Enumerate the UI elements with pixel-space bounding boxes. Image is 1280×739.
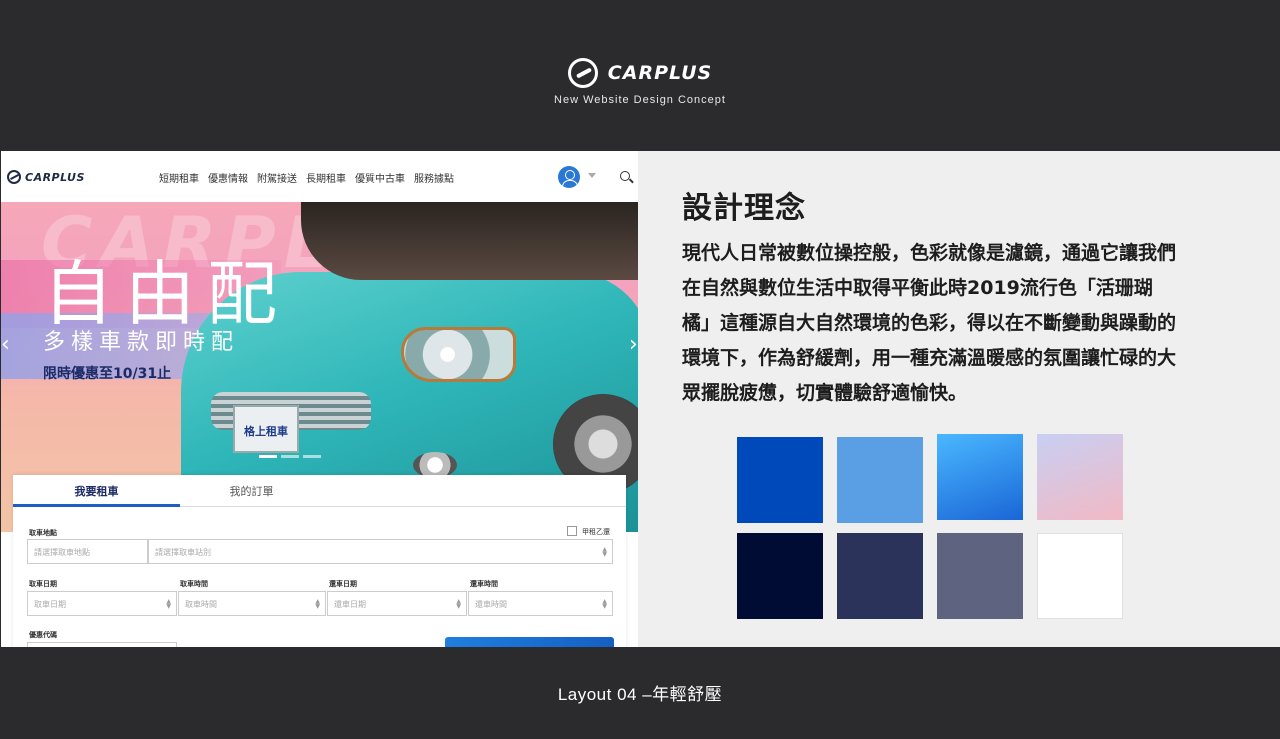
hero-subtitle: 多樣車款即時配 — [43, 330, 240, 355]
license-plate: 格上租車 — [233, 405, 299, 453]
menu-item-short-rental[interactable]: 短期租車 — [159, 170, 199, 185]
site-logo[interactable]: CARPLUS — [7, 170, 85, 184]
select-arrows-icon: ▲ ▼ — [166, 598, 171, 610]
promo-code-label: 優惠代碼 — [29, 631, 57, 639]
return-time-label: 還車時間 — [470, 580, 498, 588]
car-windshield — [301, 202, 638, 280]
color-swatch-sky-blue — [837, 437, 923, 523]
search-icon[interactable] — [620, 171, 630, 181]
pickup-date-label: 取車日期 — [29, 580, 57, 588]
concept-description: 現代人日常被數位操控般，色彩就像是濾鏡，通過它讓我們 在自然與數位生活中取得平衡… — [682, 236, 1242, 411]
return-date-field[interactable]: 還車日期 ▲ ▼ — [327, 591, 467, 616]
color-swatch-white — [1037, 533, 1123, 619]
website-mockup: CARPLUS 短期租車 優惠情報 附駕接送 長期租車 優質中古車 服務據點 C… — [1, 151, 638, 647]
main-menu: 短期租車 優惠情報 附駕接送 長期租車 優質中古車 服務據點 — [159, 170, 454, 185]
menu-item-chauffeur[interactable]: 附駕接送 — [257, 170, 297, 185]
header-band: CARPLUS New Website Design Concept — [0, 0, 1280, 151]
menu-item-locations[interactable]: 服務據點 — [414, 170, 454, 185]
concept-title: 設計理念 — [682, 191, 806, 226]
menu-item-offers[interactable]: 優惠情報 — [208, 170, 248, 185]
concept-line: 環境下，作為舒緩劑，用一種充滿溫暖感的氛圍讓忙碌的大 — [682, 347, 1177, 369]
menu-item-long-rental[interactable]: 長期租車 — [306, 170, 346, 185]
diff-return-checkbox[interactable] — [567, 526, 577, 536]
active-tab-indicator — [13, 504, 180, 507]
return-time-field[interactable]: 還車時間 ▲ ▼ — [468, 591, 613, 616]
header-subtitle: New Website Design Concept — [554, 94, 726, 106]
chevron-left-icon[interactable]: ‹ — [1, 332, 11, 362]
carousel-dots[interactable] — [259, 455, 321, 458]
pickup-date-placeholder: 取車日期 — [34, 600, 66, 609]
layout-caption: Layout 04 –年輕舒壓 — [557, 685, 723, 704]
pickup-location-select[interactable]: 請選擇取車地點 — [27, 539, 148, 564]
site-navbar: CARPLUS 短期租車 優惠情報 附駕接送 長期租車 優質中古車 服務據點 — [1, 151, 638, 202]
plate-brand-text: 格上租車 — [244, 425, 288, 438]
chevron-down-icon[interactable] — [588, 173, 596, 178]
user-avatar-icon[interactable] — [558, 166, 580, 188]
color-swatch-blue-gradient — [937, 434, 1023, 520]
return-date-placeholder: 還車日期 — [334, 600, 366, 609]
pickup-time-field[interactable]: 取車時間 ▲ ▼ — [178, 591, 326, 616]
pickup-location-label: 取車地點 — [29, 529, 57, 537]
concept-panel: 設計理念 現代人日常被數位操控般，色彩就像是濾鏡，通過它讓我們 在自然與數位生活… — [638, 151, 1280, 647]
pickup-time-label: 取車時間 — [180, 580, 208, 588]
pickup-station-select[interactable]: 請選擇取車站別 ▲ ▼ — [148, 539, 613, 564]
return-date-label: 還車日期 — [329, 580, 357, 588]
tab-my-orders[interactable]: 我的訂單 — [168, 483, 335, 499]
menu-item-used-cars[interactable]: 優質中古車 — [355, 170, 405, 185]
select-arrows-icon: ▲ ▼ — [602, 546, 607, 558]
pickup-station-placeholder: 請選擇取車站別 — [155, 548, 211, 557]
search-submit-button[interactable] — [445, 637, 614, 647]
concept-line: 在自然與數位生活中取得平衡此時2019流行色「活珊瑚 — [682, 277, 1153, 299]
pickup-time-placeholder: 取車時間 — [185, 600, 217, 609]
color-swatch-navy — [737, 533, 823, 619]
tab-rent-car[interactable]: 我要租車 — [13, 483, 180, 499]
color-swatch-royal-blue — [737, 437, 823, 523]
booking-form: 我要租車 我的訂單 取車地點 甲租乙還 請選擇取車地點 請選擇取車站別 ▲ ▼ 取… — [13, 475, 626, 647]
brand-wordmark: CARPLUS — [607, 62, 713, 84]
diff-return-label: 甲租乙還 — [582, 528, 610, 536]
select-arrows-icon: ▲ ▼ — [602, 598, 607, 610]
site-logo-text: CARPLUS — [25, 170, 85, 184]
return-time-placeholder: 還車時間 — [475, 600, 507, 609]
color-swatch-gray-blue — [937, 533, 1023, 619]
select-arrows-icon: ▲ ▼ — [456, 598, 461, 610]
carplus-logo-icon — [567, 58, 598, 88]
concept-line: 眾擺脫疲憊，切實體驗舒適愉快。 — [682, 382, 968, 404]
brand-logo: CARPLUS — [0, 58, 1280, 88]
concept-line: 現代人日常被數位操控般，色彩就像是濾鏡，通過它讓我們 — [682, 242, 1177, 264]
chevron-right-icon[interactable]: › — [629, 332, 638, 362]
color-swatch-slate — [837, 533, 923, 619]
select-arrows-icon: ▲ ▼ — [315, 598, 320, 610]
pickup-date-field[interactable]: 取車日期 ▲ ▼ — [27, 591, 177, 616]
hero-promo-text: 限時優惠至10/31止 — [43, 366, 172, 382]
concept-line: 橘」這種源自大自然環境的色彩，得以在不斷變動與躁動的 — [682, 312, 1177, 334]
pickup-location-placeholder: 請選擇取車地點 — [34, 548, 90, 557]
booking-tabs: 我要租車 我的訂單 — [13, 475, 626, 507]
carplus-logo-icon — [7, 170, 21, 184]
color-swatch-pink-gradient — [1037, 434, 1123, 520]
car-headlight — [401, 327, 516, 382]
